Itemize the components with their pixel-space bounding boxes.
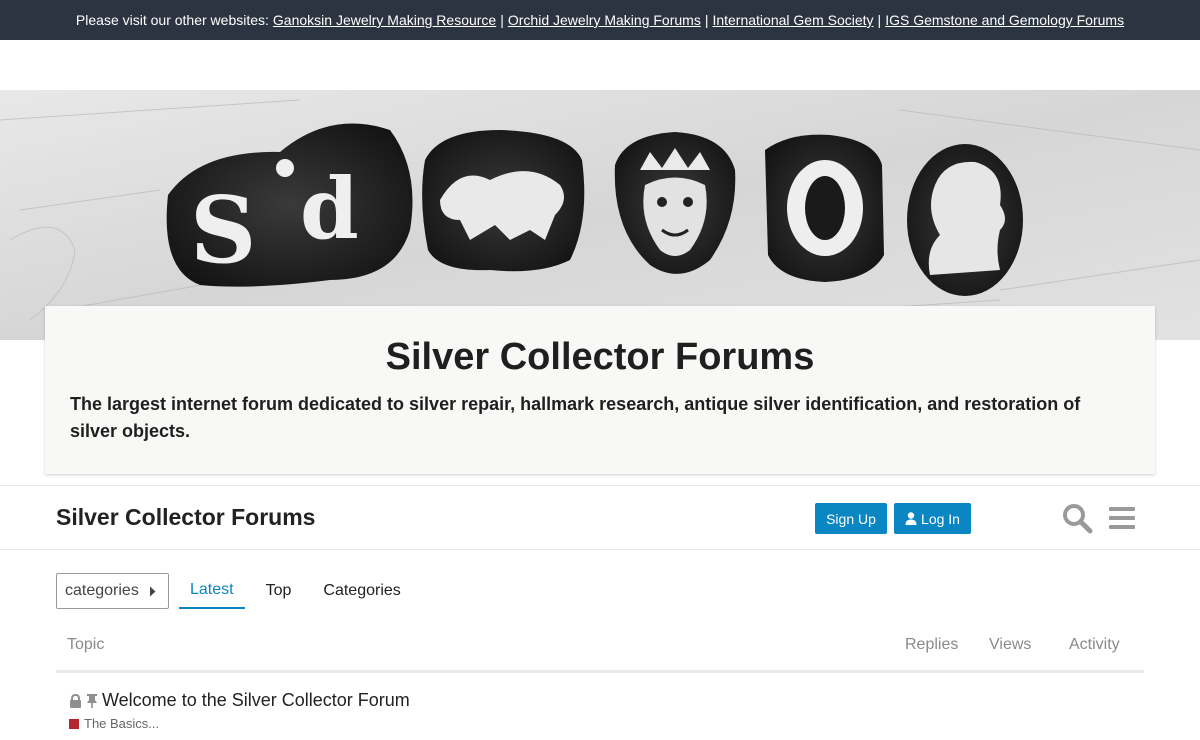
separator: | <box>704 12 709 28</box>
hallmark-sovereign-head <box>907 144 1023 296</box>
category-color-swatch <box>69 718 79 729</box>
topic-table-header: Topic Replies Views Activity <box>56 627 1144 673</box>
tab-latest[interactable]: Latest <box>179 573 245 609</box>
categories-dropdown[interactable]: categories <box>56 573 169 609</box>
column-replies[interactable]: Replies <box>905 636 958 654</box>
hallmark-banner-image: S d <box>0 90 1200 340</box>
log-in-button[interactable]: Log In <box>894 503 971 534</box>
hamburger-menu-icon[interactable] <box>1106 502 1138 534</box>
topic-category[interactable]: The Basics... <box>69 716 159 731</box>
site-title[interactable]: Silver Collector Forums <box>56 504 315 531</box>
caret-right-icon <box>150 586 156 596</box>
hero-title: Silver Collector Forums <box>385 336 815 378</box>
tab-top[interactable]: Top <box>255 573 303 609</box>
pin-icon <box>87 694 97 708</box>
link-orchid[interactable]: Orchid Jewelry Making Forums <box>508 12 701 28</box>
partner-sites-bar: Please visit our other websites: Ganoksi… <box>0 0 1200 40</box>
link-ganoksin[interactable]: Ganoksin Jewelry Making Resource <box>273 12 496 28</box>
hallmark-lion <box>422 130 585 272</box>
hero-card: Silver Collector Forums The largest inte… <box>45 306 1155 474</box>
lock-icon <box>70 693 81 708</box>
sign-up-button[interactable]: Sign Up <box>815 503 887 534</box>
svg-text:d: d <box>300 159 359 258</box>
search-icon[interactable] <box>1061 502 1093 534</box>
topic-navigation: categories Latest Top Categories <box>56 573 412 609</box>
tab-categories[interactable]: Categories <box>312 573 411 609</box>
hero-description: The largest internet forum dedicated to … <box>70 394 1081 441</box>
separator: | <box>500 12 504 28</box>
category-label: The Basics... <box>84 716 160 731</box>
column-views[interactable]: Views <box>989 636 1031 654</box>
separator: | <box>877 12 882 28</box>
topic-title-link[interactable]: Welcome to the Silver Collector Forum <box>102 690 410 711</box>
hallmark-banner: S d <box>0 90 1200 340</box>
column-topic[interactable]: Topic <box>67 636 104 654</box>
hallmark-letter-o <box>765 134 884 282</box>
partner-sites-prefix: Please visit our other websites: <box>75 12 269 28</box>
user-icon <box>905 512 917 525</box>
link-igs[interactable]: International Gem Society <box>712 12 873 28</box>
table-row: Welcome to the Silver Collector Forum Th… <box>56 690 1144 740</box>
link-igs-forums[interactable]: IGS Gemstone and Gemology Forums <box>885 12 1124 28</box>
column-activity[interactable]: Activity <box>1069 636 1120 654</box>
topic-title-line: Welcome to the Silver Collector Forum <box>69 690 410 711</box>
site-header: Silver Collector Forums Sign Up Log In <box>0 485 1200 550</box>
svg-text:S: S <box>190 176 256 284</box>
sign-up-label: Sign Up <box>826 510 876 527</box>
categories-dropdown-label: categories <box>65 582 139 599</box>
log-in-label: Log In <box>921 510 960 527</box>
